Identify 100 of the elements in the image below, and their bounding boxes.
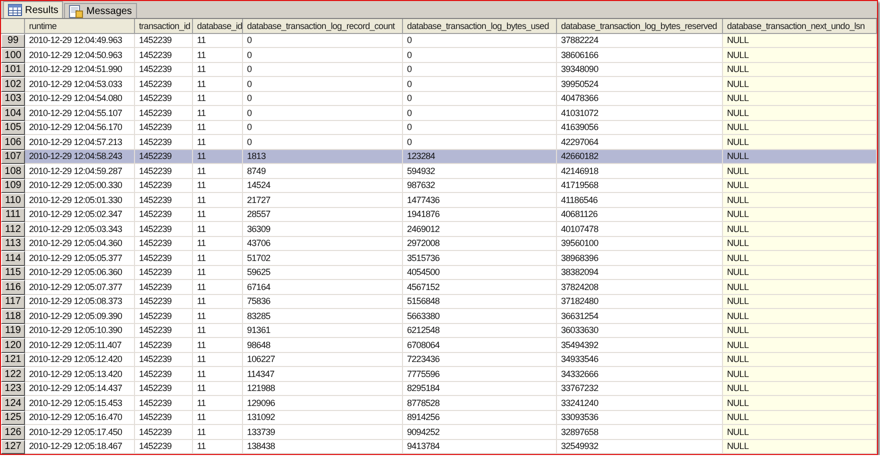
table-cell: 1452239 <box>135 410 193 425</box>
table-cell: 11 <box>193 251 243 266</box>
table-cell: NULL <box>723 77 877 92</box>
table-cell: 11 <box>193 352 243 367</box>
row-header[interactable]: 104 <box>1 106 25 120</box>
row-header[interactable]: 115 <box>1 266 25 280</box>
row-header[interactable]: 103 <box>1 92 25 106</box>
table-cell: 114347 <box>243 367 403 382</box>
table-cell: 2010-12-29 12:05:08.373 <box>25 294 135 309</box>
column-header[interactable]: database_transaction_log_bytes_used <box>403 19 557 34</box>
row-header[interactable]: 125 <box>1 410 25 425</box>
table-cell: NULL <box>723 367 877 382</box>
table-cell: 0 <box>243 92 403 106</box>
results-tab[interactable]: Messages <box>64 3 137 18</box>
table-cell: 2010-12-29 12:04:54.080 <box>25 92 135 106</box>
table-cell: 11 <box>193 294 243 309</box>
table-cell: 1452239 <box>135 294 193 309</box>
table-cell: 987632 <box>403 178 557 193</box>
table-cell: 1477436 <box>403 193 557 208</box>
column-header[interactable]: transaction_id <box>135 19 193 34</box>
table-cell: NULL <box>723 92 877 106</box>
row-header[interactable]: 99 <box>1 34 25 48</box>
row-header[interactable]: 102 <box>1 77 25 92</box>
table-cell: 2010-12-29 12:05:09.390 <box>25 309 135 324</box>
row-header[interactable]: 100 <box>1 48 25 62</box>
table-cell: 51702 <box>243 251 403 266</box>
table-cell: 11 <box>193 164 243 178</box>
row-header[interactable]: 101 <box>1 62 25 77</box>
column-header[interactable]: runtime <box>25 19 135 34</box>
column-header[interactable]: database_transaction_log_bytes_reserved <box>557 19 723 34</box>
table-cell: 5663380 <box>403 309 557 324</box>
table-cell: 1452239 <box>135 309 193 324</box>
row-header[interactable]: 113 <box>1 236 25 251</box>
row-header[interactable]: 111 <box>1 208 25 222</box>
column-header[interactable]: database_transaction_log_record_count <box>243 19 403 34</box>
table-cell: 7775596 <box>403 367 557 382</box>
row-header[interactable]: 106 <box>1 135 25 150</box>
row-header[interactable]: 122 <box>1 367 25 382</box>
table-cell: 11 <box>193 62 243 77</box>
table-cell: 0 <box>403 48 557 62</box>
row-header[interactable]: 126 <box>1 425 25 440</box>
table-cell: 2010-12-29 12:05:15.453 <box>25 396 135 410</box>
table-cell: 1452239 <box>135 178 193 193</box>
table-cell: 0 <box>243 34 403 48</box>
row-header[interactable]: 119 <box>1 324 25 338</box>
row-header[interactable]: 114 <box>1 251 25 266</box>
table-cell: 2010-12-29 12:05:11.407 <box>25 338 135 352</box>
row-header[interactable]: 105 <box>1 120 25 135</box>
row-header[interactable]: 123 <box>1 382 25 396</box>
table-cell: 8914256 <box>403 410 557 425</box>
table-cell: 37824208 <box>557 280 723 294</box>
row-header[interactable]: 121 <box>1 352 25 367</box>
table-cell: 4567152 <box>403 280 557 294</box>
row-header[interactable]: 127 <box>1 440 25 454</box>
table-cell: 0 <box>243 48 403 62</box>
table-cell: 2010-12-29 12:04:53.033 <box>25 77 135 92</box>
table-cell: 38382094 <box>557 266 723 280</box>
table-cell: 2010-12-29 12:04:56.170 <box>25 120 135 135</box>
table-cell: 41031072 <box>557 106 723 120</box>
table-cell: NULL <box>723 251 877 266</box>
row-header[interactable]: 118 <box>1 309 25 324</box>
table-cell: 11 <box>193 309 243 324</box>
row-header[interactable]: 124 <box>1 396 25 410</box>
row-header[interactable]: 120 <box>1 338 25 352</box>
messages-icon <box>69 4 84 18</box>
row-header[interactable]: 107 <box>1 150 25 164</box>
row-header[interactable]: 117 <box>1 294 25 309</box>
table-cell: NULL <box>723 294 877 309</box>
table-cell: 4054500 <box>403 266 557 280</box>
table-cell: 42660182 <box>557 150 723 164</box>
table-cell: 2010-12-29 12:05:18.467 <box>25 440 135 454</box>
column-header[interactable]: database_transaction_next_undo_lsn <box>723 19 877 34</box>
table-cell: 11 <box>193 280 243 294</box>
row-header[interactable]: 108 <box>1 164 25 178</box>
results-tab[interactable]: Results <box>3 1 64 18</box>
table-cell: 5156848 <box>403 294 557 309</box>
row-header[interactable]: 112 <box>1 222 25 236</box>
table-cell: 39560100 <box>557 236 723 251</box>
table-cell: NULL <box>723 382 877 396</box>
table-cell: 1452239 <box>135 48 193 62</box>
table-cell: 37882224 <box>557 34 723 48</box>
column-header[interactable]: database_id <box>193 19 243 34</box>
table-cell: 36309 <box>243 222 403 236</box>
table-cell: 123284 <box>403 150 557 164</box>
table-cell: 2010-12-29 12:05:01.330 <box>25 193 135 208</box>
row-header[interactable]: 110 <box>1 193 25 208</box>
table-cell: 98648 <box>243 338 403 352</box>
table-cell: NULL <box>723 208 877 222</box>
row-header[interactable]: 116 <box>1 280 25 294</box>
table-cell: 41186546 <box>557 193 723 208</box>
table-cell: 594932 <box>403 164 557 178</box>
table-cell: 2010-12-29 12:05:13.420 <box>25 367 135 382</box>
select-all-corner[interactable] <box>1 19 25 34</box>
table-cell: 42297064 <box>557 135 723 150</box>
table-cell: 36631254 <box>557 309 723 324</box>
table-cell: 11 <box>193 222 243 236</box>
row-header[interactable]: 109 <box>1 178 25 193</box>
table-cell: 21727 <box>243 193 403 208</box>
table-cell: 2010-12-29 12:05:05.377 <box>25 251 135 266</box>
table-cell: 83285 <box>243 309 403 324</box>
